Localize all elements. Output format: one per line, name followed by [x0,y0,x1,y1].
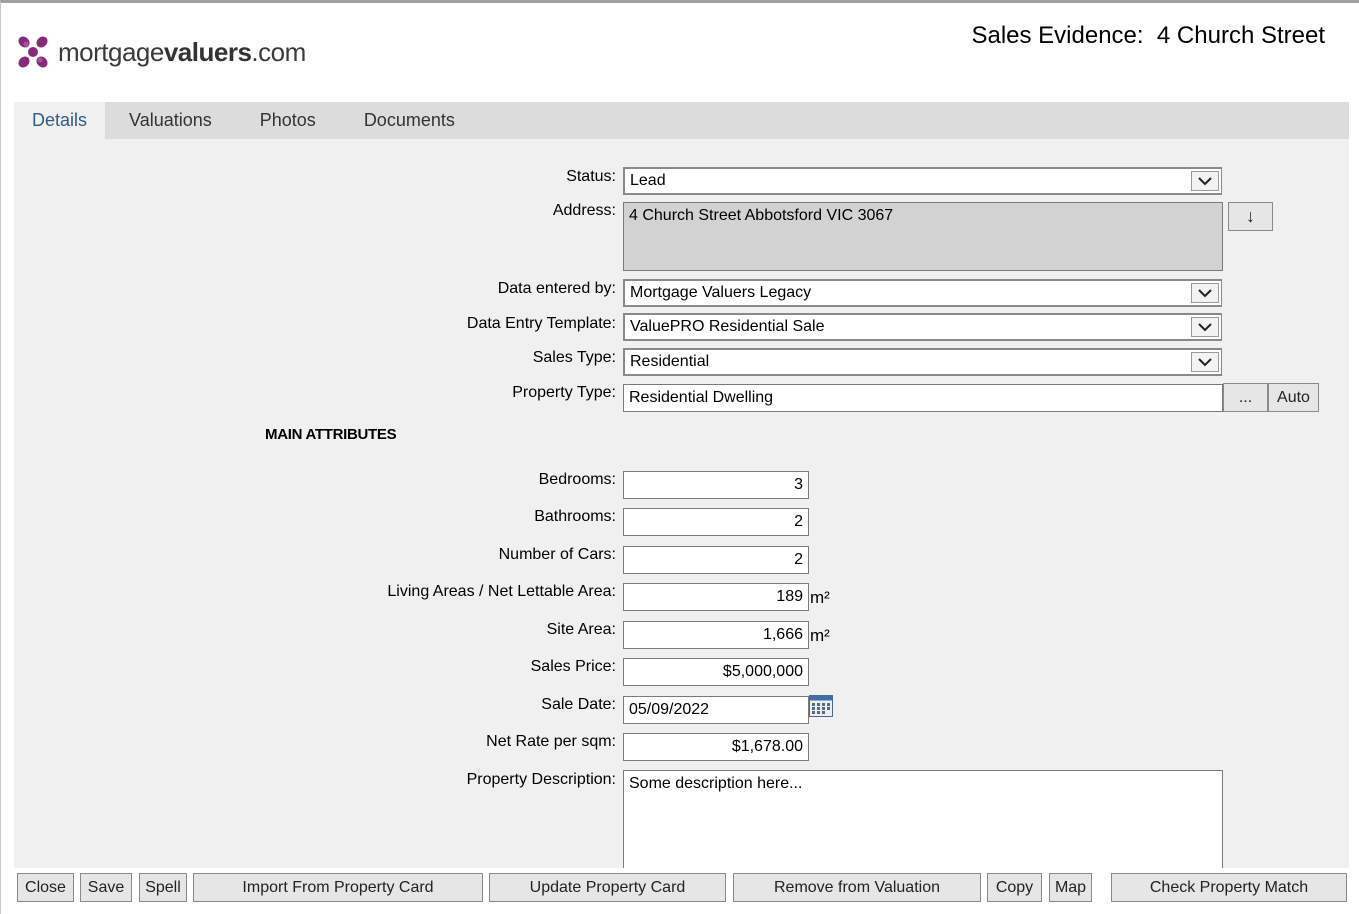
data-entered-by-label: Data entered by: [497,280,616,297]
bathrooms-input[interactable]: 2 [623,508,809,536]
living-area-label: Living Areas / Net Lettable Area: [387,583,616,600]
property-type-value: Residential Dwelling [629,389,774,406]
data-entry-template-value: ValuePRO Residential Sale [630,318,825,335]
living-area-input[interactable]: 189 [623,583,809,611]
sale-date-label: Sale Date: [541,696,616,713]
import-from-property-card-button[interactable]: Import From Property Card [193,873,483,902]
map-button[interactable]: Map [1049,873,1092,902]
save-button[interactable]: Save [80,873,132,902]
update-property-card-button[interactable]: Update Property Card [489,873,726,902]
site-area-unit: m² [810,626,830,645]
main-attributes-heading: MAIN ATTRIBUTES [265,426,397,443]
tab-bar: Details Valuations Photos Documents [14,102,1349,139]
property-type-auto-button[interactable]: Auto [1268,383,1319,412]
description-label: Property Description: [466,771,616,788]
living-area-unit: m² [810,588,830,607]
cars-label: Number of Cars: [498,546,616,563]
sales-type-value: Residential [630,353,710,370]
chevron-down-icon[interactable] [1191,171,1219,191]
sales-type-label: Sales Type: [532,349,616,366]
tab-photos[interactable]: Photos [236,102,340,139]
calendar-icon[interactable] [809,695,833,717]
logo-text: mortgagevaluers.com [58,37,306,68]
sales-type-select[interactable]: Residential [623,348,1222,376]
chevron-down-icon[interactable] [1191,283,1219,303]
status-label: Status: [566,168,616,185]
copy-button[interactable]: Copy [987,873,1042,902]
tab-documents[interactable]: Documents [340,102,479,139]
data-entered-by-value: Mortgage Valuers Legacy [630,284,812,301]
sales-price-input[interactable]: $5,000,000 [623,658,809,686]
address-label: Address: [552,202,616,219]
site-area-label: Site Area: [546,621,616,638]
address-value: 4 Church Street Abbotsford VIC 3067 [629,207,894,224]
check-property-match-button[interactable]: Check Property Match [1111,873,1347,902]
description-textarea[interactable]: Some description here... [623,770,1223,868]
address-field: 4 Church Street Abbotsford VIC 3067 [623,202,1223,271]
tab-valuations[interactable]: Valuations [105,102,236,139]
net-rate-input[interactable]: $1,678.00 [623,733,809,761]
logo-text-bold: valuers [163,36,252,67]
property-type-label: Property Type: [512,384,616,401]
net-rate-label: Net Rate per sqm: [486,733,616,750]
sale-date-input[interactable]: 05/09/2022 [623,696,809,724]
data-entered-by-select[interactable]: Mortgage Valuers Legacy [623,279,1222,307]
sales-price-label: Sales Price: [530,658,616,675]
logo-text-prefix: mortgage [58,36,164,67]
status-select[interactable]: Lead [623,167,1222,195]
chevron-down-icon[interactable] [1191,317,1219,337]
tab-details[interactable]: Details [14,102,106,139]
page-title: Sales Evidence: 4 Church Street [971,22,1325,49]
data-entry-template-label: Data Entry Template: [466,315,616,332]
close-button[interactable]: Close [17,873,74,902]
brand-logo: mortgagevaluers.com [16,34,306,70]
address-lookup-button[interactable]: ↓ [1228,202,1273,231]
remove-from-valuation-button[interactable]: Remove from Valuation [733,873,981,902]
bathrooms-label: Bathrooms: [534,508,616,525]
spell-button[interactable]: Spell [139,873,187,902]
property-type-browse-button[interactable]: ... [1223,383,1268,412]
logo-text-suffix: .com [251,36,306,67]
chevron-down-icon[interactable] [1191,352,1219,372]
data-entry-template-select[interactable]: ValuePRO Residential Sale [623,313,1222,341]
bedrooms-label: Bedrooms: [538,471,616,488]
status-value: Lead [630,172,666,189]
description-value: Some description here... [629,775,803,792]
cars-input[interactable]: 2 [623,546,809,574]
logo-mark-icon [16,34,50,70]
site-area-input[interactable]: 1,666 [623,621,809,649]
bedrooms-input[interactable]: 3 [623,471,809,499]
property-type-field[interactable]: Residential Dwelling [623,384,1223,412]
